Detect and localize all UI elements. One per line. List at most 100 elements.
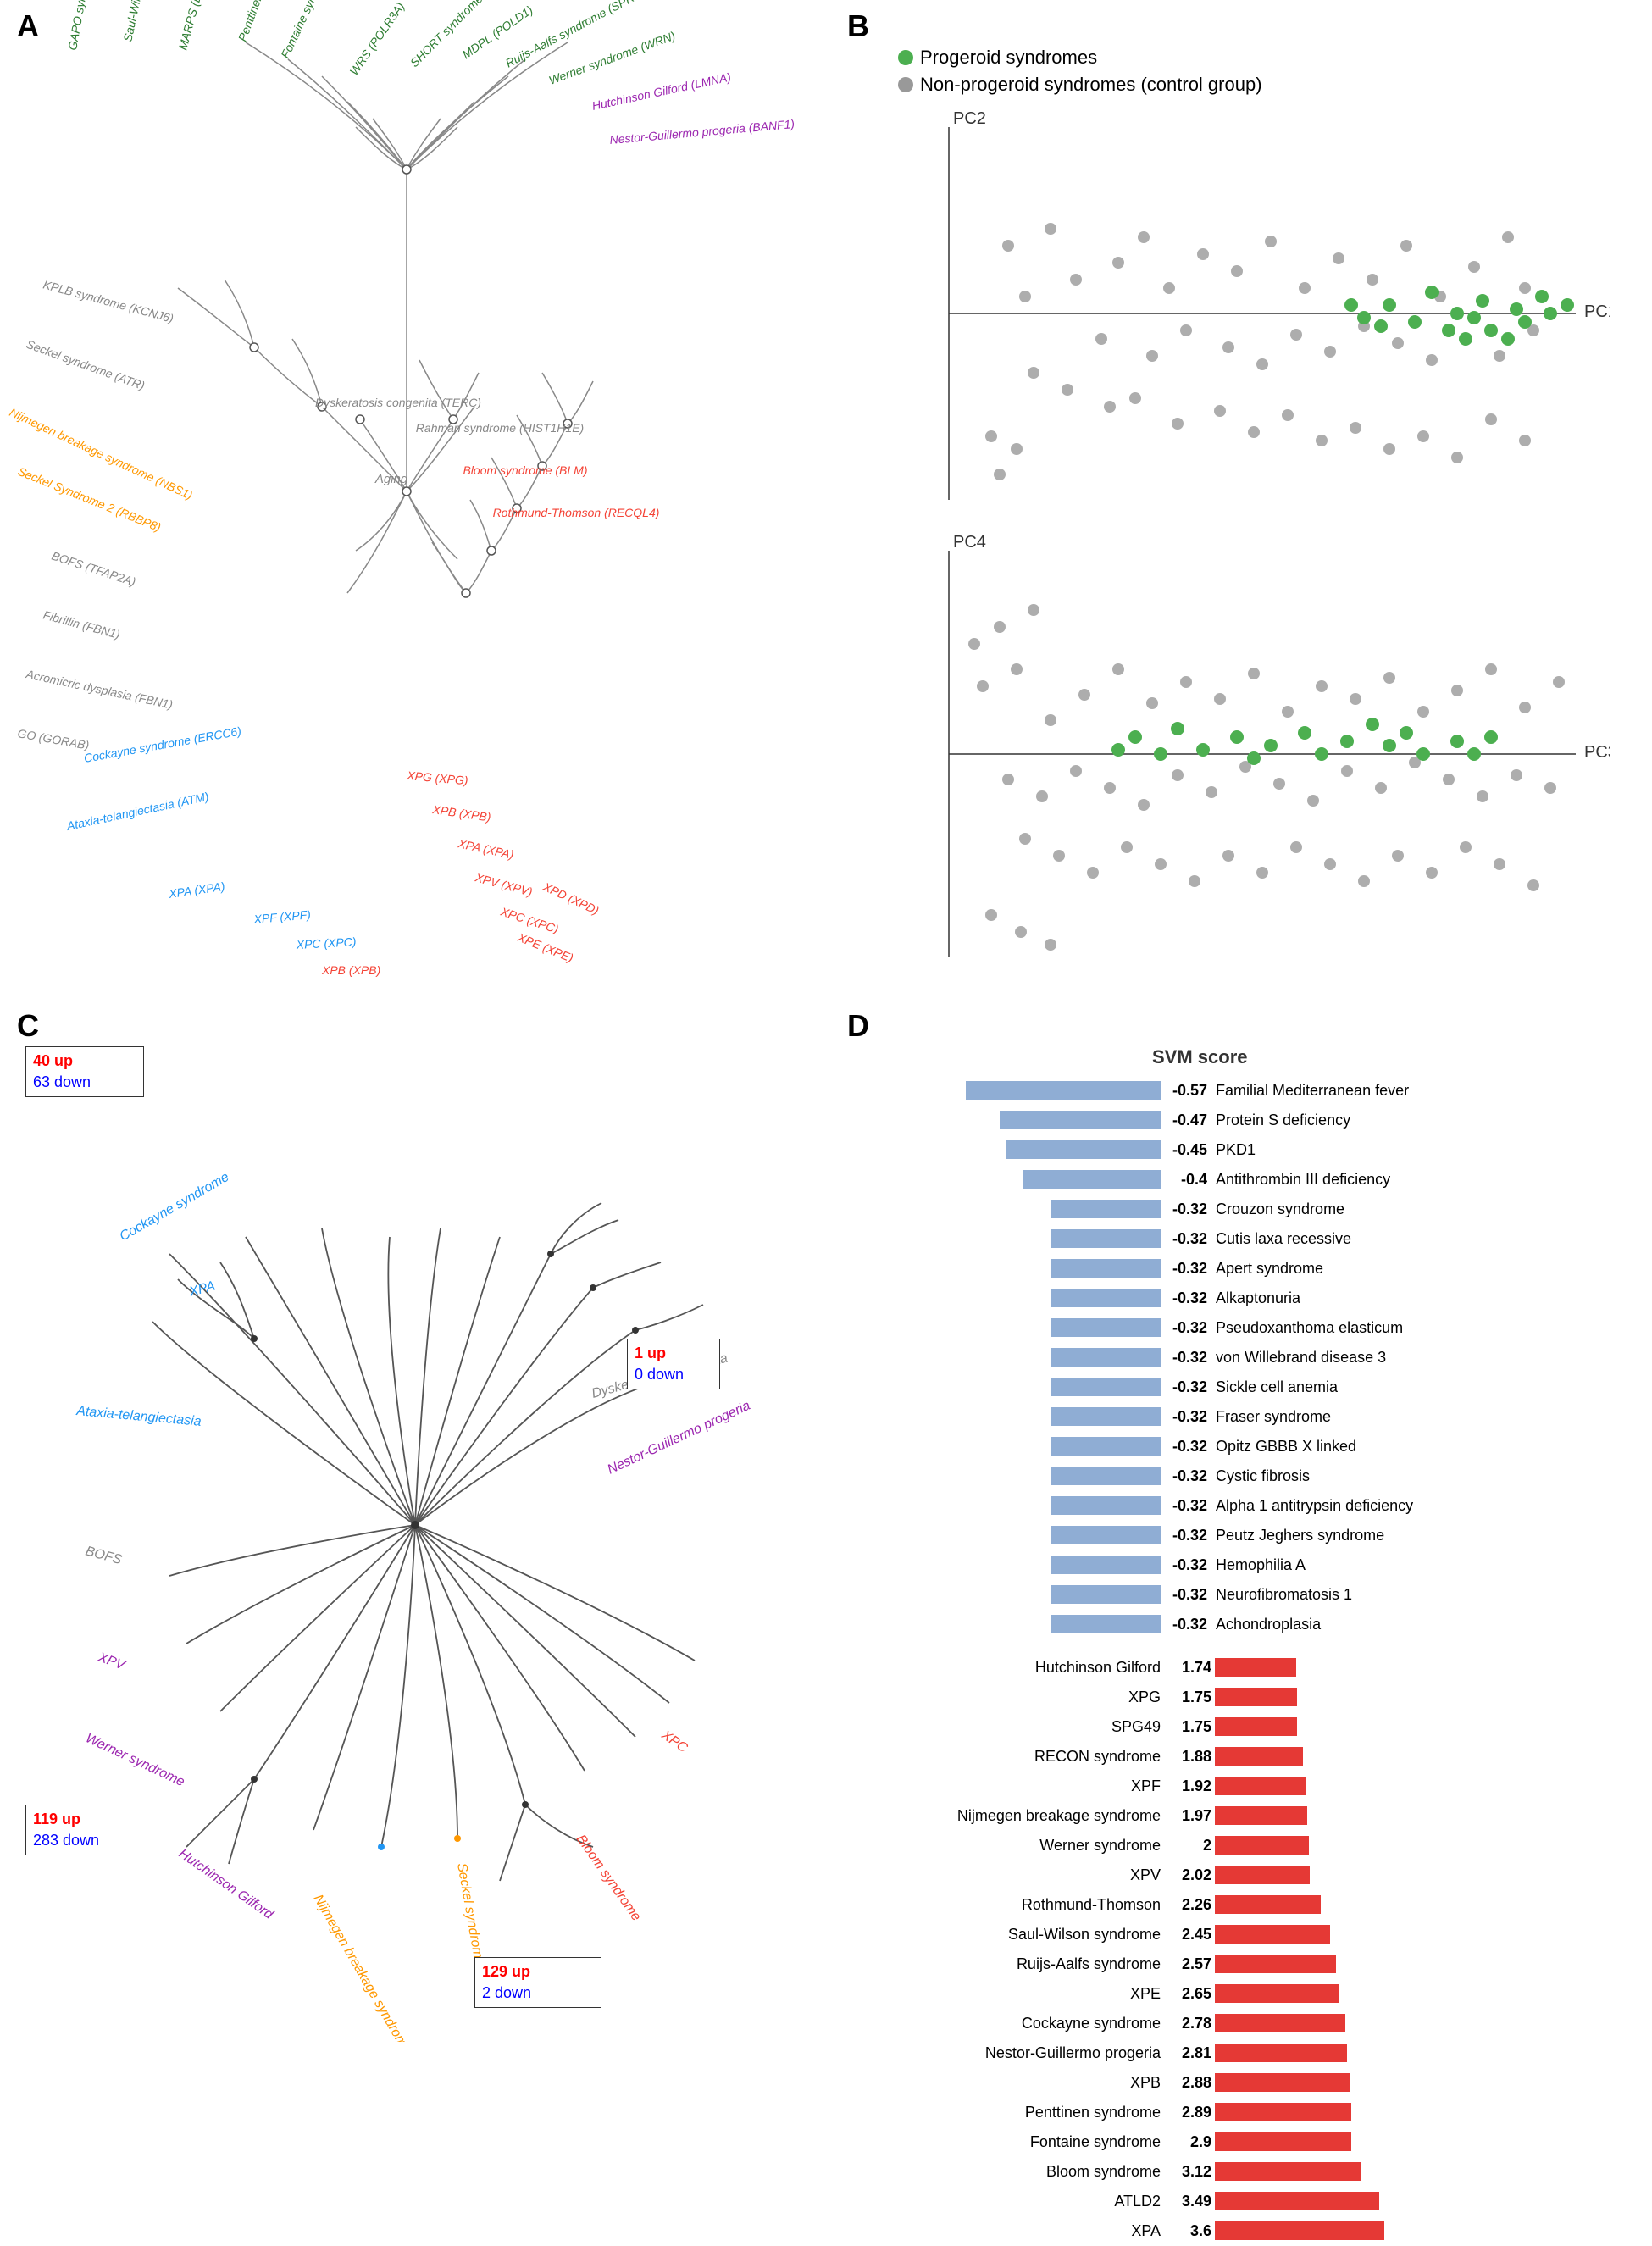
bar-row-cutis: -0.32 Cutis laxa recessive <box>856 1224 1635 1253</box>
bar-row-nestor-pos: Nestor-Guillermo progeria 2.81 <box>856 2038 1635 2067</box>
label-nf1: Neurofibromatosis 1 <box>1216 1586 1352 1604</box>
score-xpa-pos: 3.6 <box>1167 2222 1211 2240</box>
panel-b-label: B <box>847 8 869 44</box>
score-cutis: -0.32 <box>1161 1230 1207 1248</box>
label-crouzon: Crouzon syndrome <box>1216 1201 1344 1218</box>
bar-fill-xpb-pos <box>1215 2073 1350 2092</box>
bar-row-pseudo: -0.32 Pseudoxanthoma elasticum <box>856 1313 1635 1342</box>
legend-nonprogeroid: Non-progeroid syndromes (control group) <box>898 74 1262 96</box>
panel-d-label: D <box>847 1008 869 1044</box>
score-werner-pos: 2 <box>1167 1837 1211 1855</box>
bar-row-werner-pos: Werner syndrome 2 <box>856 1831 1635 1860</box>
label-cockayne-pos: Cockayne syndrome <box>856 2015 1161 2032</box>
label-xpf-label: XPB (XPB) <box>431 802 492 824</box>
score-crouzon: -0.32 <box>1161 1201 1207 1218</box>
bar-fill-ruijs-pos <box>1215 1955 1336 1973</box>
label-atd: Antithrombin III deficiency <box>1216 1171 1390 1189</box>
legend: Progeroid syndromes Non-progeroid syndro… <box>898 47 1262 101</box>
bar-fill-rothmund-pos <box>1215 1895 1321 1914</box>
bar-row-ruijs-pos: Ruijs-Aalfs syndrome 2.57 <box>856 1949 1635 1978</box>
label-acromicric: Acromicric dysplasia (FBN1) <box>24 667 174 712</box>
bar-fill-opitz <box>1051 1437 1161 1456</box>
label-xpf-pos: XPF <box>856 1777 1161 1795</box>
label-dyskeratosis-a: Dyskeratosis congenita (TERC) <box>315 396 481 409</box>
label-gapo: GAPO syndrome (ANTXR1) <box>65 0 104 52</box>
label-rothmund-pos: Rothmund-Thomson <box>856 1896 1161 1914</box>
label-peutz: Peutz Jeghers syndrome <box>1216 1527 1384 1544</box>
nonprogeroid-dot <box>898 77 913 92</box>
panel-c-label: C <box>17 1008 39 1044</box>
bar-row-vw3: -0.32 von Willebrand disease 3 <box>856 1343 1635 1372</box>
label-achon: Achondroplasia <box>1216 1616 1321 1633</box>
bar-row-peutz: -0.32 Peutz Jeghers syndrome <box>856 1521 1635 1550</box>
bar-row-atd: -0.4 Antithrombin III deficiency <box>856 1165 1635 1194</box>
c-cockayne: Cockayne syndrome <box>118 1170 232 1245</box>
label-rothmund-a: Rothmund-Thomson (RECQL4) <box>493 506 660 519</box>
score-ruijs-pos: 2.57 <box>1167 1955 1211 1973</box>
scatter-bottom: PC3 PC4 <box>881 534 1610 974</box>
bar-fill-cockayne-pos <box>1215 2014 1345 2032</box>
label-ruijs-pos: Ruijs-Aalfs syndrome <box>856 1955 1161 1973</box>
label-hutchinson: Hutchinson Gilford (LMNA) <box>590 70 732 113</box>
bar-row-psd: -0.47 Protein S deficiency <box>856 1106 1635 1134</box>
label-sickle: Sickle cell anemia <box>1216 1378 1338 1396</box>
legend-progeroid: Progeroid syndromes <box>898 47 1262 69</box>
score-hutchinson-pos: 1.74 <box>1167 1659 1211 1677</box>
bar-fill-recon-pos <box>1215 1747 1303 1766</box>
score-saul-pos: 2.45 <box>1167 1926 1211 1944</box>
clade-svg: Cockayne syndrome XPA Ataxia-telangiecta… <box>0 1000 830 2042</box>
bar-neg-peutz <box>856 1526 1161 1544</box>
bar-row-recon-pos: RECON syndrome 1.88 <box>856 1742 1635 1771</box>
box-119up-red: 119 up <box>33 1811 80 1827</box>
score-vw3: -0.32 <box>1161 1349 1207 1367</box>
box-40up-blue: 63 down <box>33 1073 91 1090</box>
bar-fill-werner-pos <box>1215 1836 1309 1855</box>
bar-row-xpa-pos: XPA 3.6 <box>856 2216 1635 2245</box>
box-119up: 119 up 283 down <box>25 1805 152 1855</box>
bar-neg-cf <box>856 1467 1161 1485</box>
label-atld2-pos: ATLD2 <box>856 2193 1161 2210</box>
label-xpa-tree: XPA (XPA) <box>456 836 515 862</box>
bar-row-xpv-pos: XPV 2.02 <box>856 1861 1635 1889</box>
c-bloom: Bloom syndrome <box>574 1833 644 1924</box>
bar-neg-opitz <box>856 1437 1161 1456</box>
label-hutchinson-pos: Hutchinson Gilford <box>856 1659 1161 1677</box>
bar-neg-pkd1 <box>856 1140 1161 1159</box>
label-xpb-a: XPB (XPB) <box>321 963 380 977</box>
score-xpg-pos: 1.75 <box>1167 1689 1211 1706</box>
c-hutchinson: Hutchinson Gilford <box>176 1846 276 1922</box>
bar-neg-fmf <box>856 1081 1161 1100</box>
label-xpg: XPG (XPG) <box>406 768 468 787</box>
label-fontaine: Fontaine syndrome (SLC25A24) <box>278 0 362 60</box>
bar-fill-cutis <box>1051 1229 1161 1248</box>
label-xpc-a: XPC (XPC) <box>295 934 357 951</box>
bar-row-pkd1: -0.45 PKD1 <box>856 1135 1635 1164</box>
bar-row-cockayne-pos: Cockayne syndrome 2.78 <box>856 2009 1635 2038</box>
tree-svg-a: Aging Penttinen syndrome (PDGFRB) MARPS … <box>0 0 830 991</box>
box-40up-red: 40 up <box>33 1052 73 1069</box>
c-werner: Werner syndrome <box>83 1731 186 1789</box>
bar-neg-psd <box>856 1111 1161 1129</box>
bar-neg-fraser <box>856 1407 1161 1426</box>
label-rahman-a: Rahman syndrome (HIST1H1E) <box>416 421 584 435</box>
label-nijmegen: Nijmegen breakage syndrome (NBS1) <box>8 405 195 502</box>
bar-fill-xpf-pos <box>1215 1777 1306 1795</box>
scatter-top: PC1 PC2 <box>881 110 1610 517</box>
label-cf: Cystic fibrosis <box>1216 1467 1310 1485</box>
bar-row-nbs-pos: Nijmegen breakage syndrome 1.97 <box>856 1801 1635 1830</box>
score-atd: -0.4 <box>1161 1171 1207 1189</box>
label-alkapt: Alkaptonuria <box>1216 1289 1300 1307</box>
label-xpd-tree: XPD (XPD) <box>541 879 601 918</box>
bar-fill-atld2-pos <box>1215 2192 1379 2210</box>
label-fmf: Familial Mediterranean fever <box>1216 1082 1409 1100</box>
box-129up-red: 129 up <box>482 1963 530 1980</box>
label-werner-pos: Werner syndrome <box>856 1837 1161 1855</box>
box-129up-blue: 2 down <box>482 1984 531 2001</box>
label-cockayne-a: Cockayne syndrome (ERCC6) <box>83 724 242 765</box>
score-sickle: -0.32 <box>1161 1378 1207 1396</box>
bar-neg-hemo <box>856 1556 1161 1574</box>
score-nf1: -0.32 <box>1161 1586 1207 1604</box>
negative-bars-section: -0.57 Familial Mediterranean fever -0.47… <box>856 1076 1635 1639</box>
bar-fill-psd <box>1000 1111 1161 1129</box>
label-kplb: KPLB syndrome (KCNJ6) <box>42 277 175 325</box>
